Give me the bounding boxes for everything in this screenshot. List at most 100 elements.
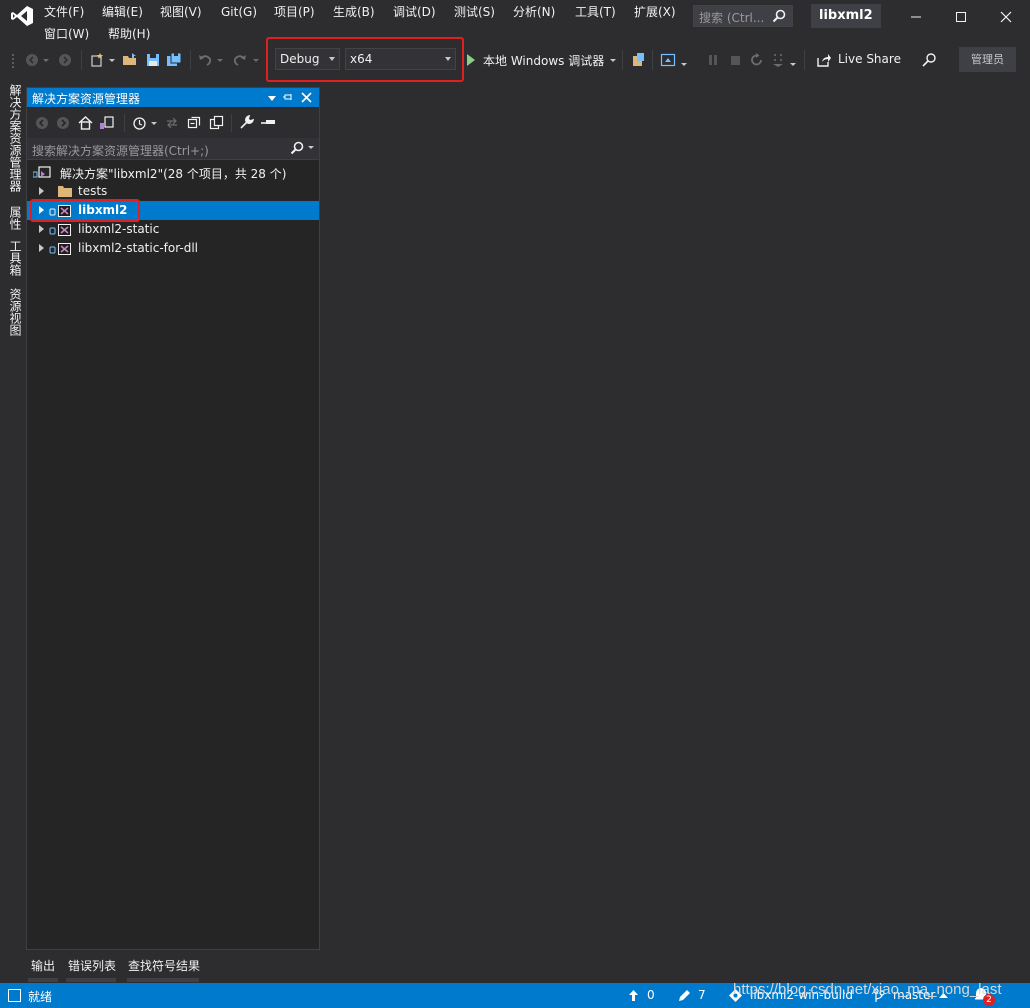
expand-arrow-icon[interactable] <box>39 187 44 195</box>
navigate-back-icon[interactable] <box>24 52 40 68</box>
solution-explorer-search-input[interactable]: 搜索解决方案资源管理器(Ctrl+;) <box>27 138 319 160</box>
back-icon[interactable] <box>35 116 49 130</box>
start-debugging-play-icon[interactable] <box>466 52 476 68</box>
navigate-forward-icon[interactable] <box>57 52 73 68</box>
solution-search-placeholder: 搜索解决方案资源管理器(Ctrl+;) <box>32 144 209 158</box>
debug-target-dropdown-icon[interactable] <box>609 52 617 68</box>
pin-icon[interactable] <box>282 91 294 103</box>
expand-arrow-icon[interactable] <box>39 225 44 233</box>
changes-count[interactable]: 7 <box>698 988 706 1002</box>
undo-dropdown-icon[interactable] <box>216 52 224 68</box>
find-in-files-icon[interactable] <box>630 52 646 68</box>
solution-root-label: 解决方案"libxml2"(28 个项目，共 28 个) <box>60 167 287 181</box>
switch-views-icon[interactable] <box>99 115 115 131</box>
minimize-icon[interactable] <box>899 4 933 30</box>
window-position-dropdown-icon[interactable] <box>267 93 277 103</box>
undo-icon[interactable] <box>197 52 213 68</box>
folder-icon <box>58 186 72 197</box>
configuration-value: Debug <box>280 52 320 66</box>
forward-icon[interactable] <box>56 116 70 130</box>
browser-dropdown-icon[interactable] <box>680 52 688 68</box>
tree-row-project[interactable]: libxml2-static <box>27 220 319 239</box>
toolbar-grip-icon[interactable] <box>10 52 16 68</box>
show-all-files-icon[interactable] <box>209 115 224 130</box>
solution-name-badge: libxml2 <box>811 4 881 28</box>
editor-area[interactable] <box>322 87 1030 983</box>
push-arrow-icon[interactable] <box>628 989 639 1002</box>
restart-icon[interactable] <box>749 52 765 68</box>
menu-debug[interactable]: 调试(D) <box>393 4 436 20</box>
status-ready-text: 就绪 <box>28 990 53 1004</box>
new-dropdown-icon[interactable] <box>108 52 116 68</box>
toolbar-separator <box>124 114 125 132</box>
menu-edit[interactable]: 编辑(E) <box>102 4 143 20</box>
collapse-all-icon[interactable] <box>187 115 202 130</box>
menu-git[interactable]: Git(G) <box>221 4 257 20</box>
side-tab-toolbox[interactable]: 工具箱 <box>8 240 22 276</box>
solution-icon <box>33 166 51 178</box>
menu-window[interactable]: 窗口(W) <box>44 26 89 42</box>
step-dropdown-icon[interactable] <box>789 52 797 68</box>
sync-with-active-document-icon[interactable] <box>165 116 179 130</box>
push-count[interactable]: 0 <box>647 988 655 1002</box>
toolbar-separator <box>81 50 82 70</box>
side-tab-strip: 解决方案资源管理器 属性 工具箱 资源视图 <box>0 82 26 352</box>
side-tab-resource-view[interactable]: 资源视图 <box>8 288 22 336</box>
cpp-project-icon <box>49 243 71 255</box>
maximize-icon[interactable] <box>944 4 978 30</box>
menu-test[interactable]: 测试(S) <box>454 4 495 20</box>
menu-view[interactable]: 视图(V) <box>160 4 202 20</box>
menu-project[interactable]: 项目(P) <box>274 4 315 20</box>
search-placeholder: 搜索 (Ctrl... <box>699 11 765 25</box>
toolbar-separator <box>652 50 653 70</box>
start-debugging-button[interactable]: 本地 Windows 调试器 <box>483 52 604 69</box>
filter-dropdown-icon[interactable] <box>150 116 158 130</box>
menu-file[interactable]: 文件(F) <box>44 4 84 20</box>
redo-dropdown-icon[interactable] <box>252 52 260 68</box>
pending-changes-filter-icon[interactable] <box>132 116 147 131</box>
administrator-badge: 管理员 <box>959 47 1016 72</box>
new-project-icon[interactable] <box>89 52 105 68</box>
side-tab-properties[interactable]: 属性 <box>8 206 22 230</box>
search-input[interactable]: 搜索 (Ctrl... <box>693 5 793 27</box>
search-icon[interactable] <box>290 141 304 155</box>
save-icon[interactable] <box>145 52 161 68</box>
preview-selected-items-icon[interactable] <box>260 117 276 129</box>
tab-indicator <box>127 978 199 982</box>
step-controls-icon[interactable] <box>770 52 786 68</box>
live-share-icon[interactable] <box>816 52 832 68</box>
tree-item-label: libxml2-static-for-dll <box>78 241 198 255</box>
project-highlight-box <box>30 199 140 222</box>
home-icon[interactable] <box>78 115 93 130</box>
stop-icon[interactable] <box>727 52 743 68</box>
tree-row-project[interactable]: libxml2-static-for-dll <box>27 239 319 258</box>
toolbar-separator <box>804 50 805 70</box>
menu-extensions[interactable]: 扩展(X) <box>634 4 676 20</box>
chevron-down-icon <box>329 57 335 61</box>
tree-row-solution-root[interactable]: 解决方案"libxml2"(28 个项目，共 28 个) <box>27 163 319 182</box>
expand-arrow-icon[interactable] <box>39 244 44 252</box>
search-options-dropdown-icon[interactable] <box>307 143 315 153</box>
feedback-icon[interactable] <box>921 52 937 68</box>
solution-explorer-toolbar <box>27 108 319 140</box>
side-tab-solution-explorer[interactable]: 解决方案资源管理器 <box>8 84 22 192</box>
close-icon[interactable] <box>989 4 1023 30</box>
pause-icon[interactable] <box>705 52 721 68</box>
open-folder-icon[interactable] <box>122 52 138 68</box>
browser-link-icon[interactable] <box>660 52 676 68</box>
menu-build[interactable]: 生成(B) <box>333 4 375 20</box>
menu-analyze[interactable]: 分析(N) <box>513 4 555 20</box>
properties-wrench-icon[interactable] <box>239 115 254 130</box>
close-icon[interactable] <box>301 92 312 103</box>
solution-configuration-select[interactable]: Debug <box>275 48 340 70</box>
menu-tools[interactable]: 工具(T) <box>575 4 616 20</box>
save-all-icon[interactable] <box>166 52 182 68</box>
pencil-icon[interactable] <box>678 989 691 1002</box>
solution-explorer-header: 解决方案资源管理器 <box>27 88 319 107</box>
live-share-button[interactable]: Live Share <box>838 52 901 66</box>
redo-icon[interactable] <box>232 52 248 68</box>
back-dropdown-icon[interactable] <box>42 52 50 68</box>
menu-help[interactable]: 帮助(H) <box>108 26 150 42</box>
title-bar: 文件(F) 编辑(E) 视图(V) Git(G) 项目(P) 生成(B) 调试(… <box>0 0 1030 44</box>
solution-platform-select[interactable]: x64 <box>345 48 456 70</box>
